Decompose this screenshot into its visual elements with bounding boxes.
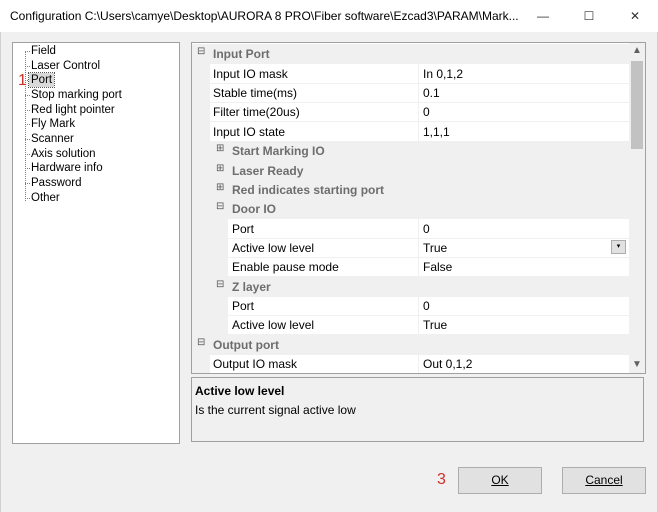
collapse-icon[interactable]: ⊟ bbox=[197, 47, 205, 57]
expand-icon[interactable]: ⊞ bbox=[216, 183, 224, 193]
tree-item-hardware-info[interactable]: Hardware info bbox=[31, 161, 103, 175]
tree-item-laser-control[interactable]: Laser Control bbox=[31, 59, 100, 73]
prop-name: Output IO mask bbox=[213, 357, 298, 371]
category-output-port[interactable]: ⊟ Output port bbox=[192, 335, 629, 355]
prop-value[interactable]: 1,1,1 bbox=[423, 125, 450, 139]
tree-item-red-light-pointer[interactable]: Red light pointer bbox=[31, 103, 115, 117]
prop-value[interactable]: 0 bbox=[423, 105, 430, 119]
category-label: Z layer bbox=[232, 280, 271, 294]
prop-row[interactable]: Output IO mask Out 0,1,2 bbox=[192, 354, 629, 373]
prop-name: Input IO state bbox=[213, 125, 286, 139]
collapse-icon[interactable]: ⊟ bbox=[197, 338, 205, 348]
cancel-label: Cancel bbox=[585, 473, 623, 487]
tree-branch bbox=[25, 154, 30, 155]
tree-item-other[interactable]: Other bbox=[31, 191, 60, 205]
category-start-marking-io[interactable]: ⊞ Start Marking IO bbox=[192, 141, 629, 161]
window-title: Configuration C:\Users\camye\Desktop\AUR… bbox=[10, 9, 519, 23]
tree-item-scanner[interactable]: Scanner bbox=[31, 132, 74, 146]
tree-item-password[interactable]: Password bbox=[31, 176, 82, 190]
title-bar: Configuration C:\Users\camye\Desktop\AUR… bbox=[0, 0, 658, 32]
tree-branch bbox=[25, 110, 30, 111]
tree-branch bbox=[25, 168, 30, 169]
prop-name: Active low level bbox=[232, 318, 315, 332]
prop-value[interactable]: True bbox=[423, 241, 447, 255]
scroll-thumb[interactable] bbox=[631, 61, 643, 149]
cancel-button[interactable]: Cancel bbox=[562, 467, 646, 494]
prop-name: Input IO mask bbox=[213, 67, 288, 81]
prop-row-active-low-level[interactable]: Active low level True ▾ bbox=[192, 238, 629, 258]
category-tree[interactable]: Field Laser Control Port Stop marking po… bbox=[12, 42, 180, 444]
tree-item-fly-mark[interactable]: Fly Mark bbox=[31, 117, 75, 131]
tree-item-field[interactable]: Field bbox=[31, 44, 56, 58]
prop-row[interactable]: Port 0 bbox=[192, 296, 629, 316]
expand-icon[interactable]: ⊞ bbox=[216, 144, 224, 154]
tree-branch bbox=[25, 183, 30, 184]
category-label: Start Marking IO bbox=[232, 144, 325, 158]
prop-row[interactable]: Enable pause mode False bbox=[192, 257, 629, 277]
tree-item-port[interactable]: Port bbox=[27, 72, 56, 88]
description-panel: Active low level Is the current signal a… bbox=[191, 377, 644, 442]
prop-value[interactable]: Out 0,1,2 bbox=[423, 357, 472, 371]
tree-branch bbox=[25, 139, 30, 140]
collapse-icon[interactable]: ⊟ bbox=[216, 202, 224, 212]
tree-branch bbox=[25, 124, 30, 125]
category-label: Input Port bbox=[213, 47, 270, 61]
minimize-button[interactable]: — bbox=[520, 0, 566, 32]
tree-branch bbox=[25, 66, 30, 67]
category-door-io[interactable]: ⊟ Door IO bbox=[192, 199, 629, 219]
maximize-button[interactable]: ☐ bbox=[566, 0, 612, 32]
category-laser-ready[interactable]: ⊞ Laser Ready bbox=[192, 161, 629, 181]
prop-row[interactable]: Filter time(20us) 0 bbox=[192, 102, 629, 122]
ok-label: OK bbox=[491, 473, 509, 487]
category-input-port[interactable]: ⊟ Input Port bbox=[192, 44, 629, 64]
prop-row[interactable]: Port 0 bbox=[192, 219, 629, 239]
prop-value[interactable]: True bbox=[423, 318, 447, 332]
prop-value[interactable]: False bbox=[423, 260, 452, 274]
expand-icon[interactable]: ⊞ bbox=[216, 164, 224, 174]
prop-row[interactable]: Input IO state 1,1,1 bbox=[192, 122, 629, 142]
prop-value[interactable]: In 0,1,2 bbox=[423, 67, 463, 81]
tree-item-stop-marking-port[interactable]: Stop marking port bbox=[31, 88, 122, 102]
property-grid[interactable]: ⊟ Input Port Input IO mask In 0,1,2 Stab… bbox=[191, 42, 646, 374]
tree-branch bbox=[25, 198, 30, 199]
tree-branch bbox=[25, 51, 30, 52]
maximize-icon: ☐ bbox=[583, 9, 595, 23]
category-label: Red indicates starting port bbox=[232, 183, 385, 197]
prop-value[interactable]: 0 bbox=[423, 222, 430, 236]
dropdown-button[interactable]: ▾ bbox=[611, 240, 626, 254]
prop-name: Port bbox=[232, 299, 255, 313]
prop-row[interactable]: Stable time(ms) 0.1 bbox=[192, 83, 629, 103]
tree-branch bbox=[25, 95, 30, 96]
prop-row[interactable]: Input IO mask In 0,1,2 bbox=[192, 64, 629, 84]
category-red-indicates-starting-port[interactable]: ⊞ Red indicates starting port bbox=[192, 180, 629, 200]
annotation-3: 3 bbox=[437, 471, 446, 488]
prop-name: Port bbox=[232, 222, 255, 236]
prop-value[interactable]: 0 bbox=[423, 299, 430, 313]
annotation-1: 1 bbox=[18, 72, 27, 89]
description-text: Is the current signal active low bbox=[195, 403, 356, 417]
category-label: Output port bbox=[213, 338, 279, 352]
prop-row[interactable]: Active low level True bbox=[192, 315, 629, 335]
category-label: Door IO bbox=[232, 202, 276, 216]
close-button[interactable]: ✕ bbox=[612, 0, 658, 32]
description-title: Active low level bbox=[195, 384, 285, 398]
prop-name: Active low level bbox=[232, 241, 315, 255]
prop-value[interactable]: 0.1 bbox=[423, 86, 440, 100]
minimize-icon: — bbox=[537, 9, 549, 23]
close-icon: ✕ bbox=[629, 9, 641, 23]
tree-item-axis-solution[interactable]: Axis solution bbox=[31, 147, 96, 161]
prop-name: Enable pause mode bbox=[232, 260, 339, 274]
category-z-layer[interactable]: ⊟ Z layer bbox=[192, 277, 629, 297]
scroll-down-icon[interactable]: ▼ bbox=[629, 357, 645, 373]
scroll-up-icon[interactable]: ▲ bbox=[629, 43, 645, 59]
prop-name: Stable time(ms) bbox=[213, 86, 298, 100]
collapse-icon[interactable]: ⊟ bbox=[216, 280, 224, 290]
prop-name: Filter time(20us) bbox=[213, 105, 300, 119]
ok-button[interactable]: OK bbox=[458, 467, 542, 494]
vertical-scrollbar[interactable]: ▲ ▼ bbox=[629, 43, 645, 373]
category-label: Laser Ready bbox=[232, 164, 304, 178]
